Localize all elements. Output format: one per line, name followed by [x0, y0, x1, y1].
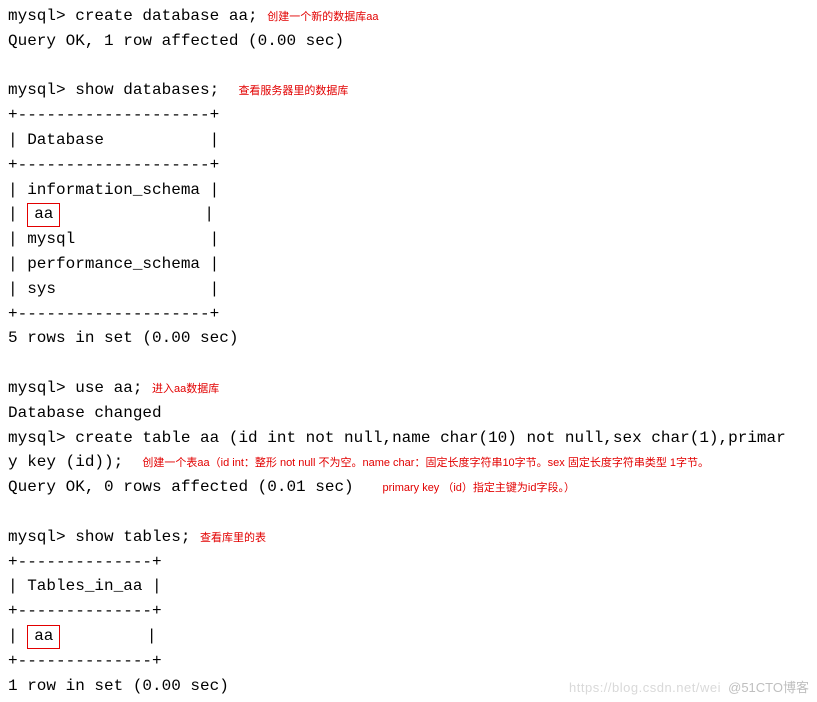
blank-line: [8, 500, 809, 525]
blank-line: [8, 54, 809, 79]
annotation: 查看服务器里的数据库: [238, 85, 348, 97]
table-header: | Database |: [8, 128, 809, 153]
cell-prefix: |: [8, 627, 27, 645]
table-border: +--------------+: [8, 649, 809, 674]
table-row: | mysql |: [8, 227, 809, 252]
result-with-anno: Query OK, 0 rows affected (0.01 sec) pri…: [8, 475, 809, 500]
result-line: 5 rows in set (0.00 sec): [8, 326, 809, 351]
table-row: | information_schema |: [8, 178, 809, 203]
watermark-csdn: https://blog.csdn.net/wei: [569, 678, 721, 698]
terminal-text: mysql> show databases;: [8, 81, 219, 99]
cell-suffix: |: [60, 205, 214, 223]
annotation: 创建一个表aa（id int：整形 not null 不为空。name char…: [142, 457, 709, 469]
table-row: | aa |: [8, 202, 809, 227]
table-row: | aa |: [8, 624, 809, 649]
cmd-create-table: mysql> create table aa (id int not null,…: [8, 426, 809, 451]
cmd-create-database: mysql> create database aa; 创建一个新的数据库aa: [8, 4, 809, 29]
annotation: 进入aa数据库: [152, 383, 219, 395]
terminal-text: y key (id));: [8, 453, 123, 471]
table-border: +--------------------+: [8, 302, 809, 327]
table-row: | performance_schema |: [8, 252, 809, 277]
cell-suffix: |: [60, 627, 156, 645]
table-header: | Tables_in_aa |: [8, 574, 809, 599]
highlighted-table-aa: aa: [27, 625, 60, 649]
table-border: +--------------+: [8, 550, 809, 575]
table-border: +--------------+: [8, 599, 809, 624]
terminal-text: Query OK, 0 rows affected (0.01 sec): [8, 478, 354, 496]
terminal-text: mysql> create database aa;: [8, 7, 258, 25]
annotation: 查看库里的表: [200, 532, 266, 544]
terminal-text: mysql> show tables;: [8, 528, 190, 546]
cmd-use-aa: mysql> use aa; 进入aa数据库: [8, 376, 809, 401]
annotation: primary key （id）指定主键为id字段。）: [382, 482, 575, 494]
cmd-show-databases: mysql> show databases; 查看服务器里的数据库: [8, 78, 809, 103]
result-line: Database changed: [8, 401, 809, 426]
highlighted-db-aa: aa: [27, 203, 60, 227]
cell-prefix: |: [8, 205, 27, 223]
terminal-text: mysql> use aa;: [8, 379, 142, 397]
result-line: Query OK, 1 row affected (0.00 sec): [8, 29, 809, 54]
cmd-show-tables: mysql> show tables; 查看库里的表: [8, 525, 809, 550]
table-row: | sys |: [8, 277, 809, 302]
table-border: +--------------------+: [8, 103, 809, 128]
watermark-51cto: @51CTO博客: [728, 678, 809, 698]
blank-line: [8, 351, 809, 376]
table-border: +--------------------+: [8, 153, 809, 178]
annotation: 创建一个新的数据库aa: [267, 11, 378, 23]
cmd-create-table-cont: y key (id)); 创建一个表aa（id int：整形 not null …: [8, 450, 809, 475]
